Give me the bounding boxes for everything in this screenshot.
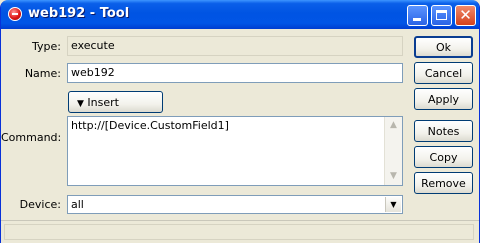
command-text: http://[Device.CustomField1] <box>71 119 229 132</box>
device-select[interactable]: all ▼ <box>67 195 403 214</box>
apply-button[interactable]: Apply <box>414 88 473 110</box>
minimize-button[interactable] <box>407 5 428 26</box>
app-circle-icon <box>8 7 22 21</box>
device-value: all <box>71 198 84 211</box>
scroll-up-icon[interactable]: ▲ <box>386 118 401 133</box>
notes-button[interactable]: Notes <box>414 120 473 142</box>
close-button[interactable]: ✕ <box>455 5 476 26</box>
device-label: Device: <box>19 198 61 211</box>
command-textarea[interactable]: http://[Device.CustomField1] ▲ ▼ <box>67 116 403 186</box>
title-bar[interactable]: web192 - Tool ✕ <box>1 0 479 29</box>
type-label: Type: <box>32 40 61 53</box>
window-title: web192 - Tool <box>28 6 130 21</box>
type-value: execute <box>67 36 403 56</box>
copy-button[interactable]: Copy <box>414 146 473 168</box>
maximize-icon <box>436 10 447 20</box>
status-panel <box>4 224 474 240</box>
name-input[interactable]: web192 <box>67 63 403 83</box>
maximize-button[interactable] <box>431 5 452 26</box>
command-label: Command: <box>1 131 62 144</box>
tool-dialog-window: web192 - Tool ✕ Type: execute Name: web1… <box>0 0 480 243</box>
ok-button[interactable]: Ok <box>414 36 473 58</box>
minimize-icon <box>413 18 421 21</box>
remove-button[interactable]: Remove <box>414 172 473 194</box>
insert-variable-button[interactable]: ▼ Insert Variable <box>68 91 163 132</box>
cancel-button[interactable]: Cancel <box>414 62 473 84</box>
dropdown-arrow-icon: ▼ <box>77 99 84 109</box>
command-scrollbar[interactable]: ▲ ▼ <box>384 117 402 185</box>
chevron-down-icon[interactable]: ▼ <box>385 197 401 212</box>
status-bar <box>1 220 479 243</box>
scroll-down-icon[interactable]: ▼ <box>386 169 401 184</box>
close-icon: ✕ <box>459 6 472 24</box>
name-label: Name: <box>24 67 61 80</box>
